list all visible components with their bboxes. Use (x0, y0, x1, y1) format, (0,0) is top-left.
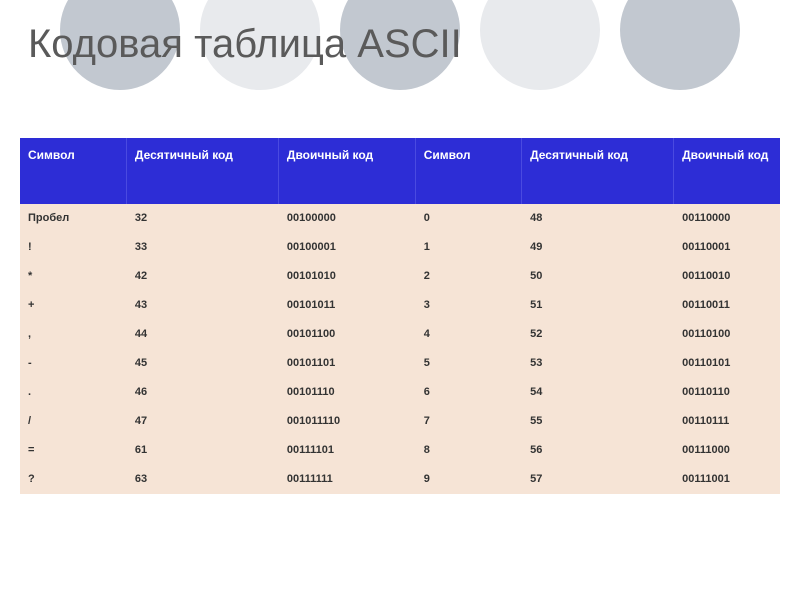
header-symbol-2: Символ (415, 138, 521, 204)
cell-decimal: 44 (126, 320, 278, 349)
cell-decimal: 57 (522, 465, 674, 494)
table-header-row: Символ Десятичный код Двоичный код Симво… (20, 138, 780, 204)
cell-symbol: 8 (415, 436, 521, 465)
cell-binary: 00101100 (278, 320, 415, 349)
cell-binary: 00110001 (674, 233, 780, 262)
cell-binary: 00111001 (674, 465, 780, 494)
cell-binary: 00101011 (278, 291, 415, 320)
cell-binary: 00100001 (278, 233, 415, 262)
table-row: + 43 00101011 3 51 00110011 (20, 291, 780, 320)
cell-symbol: 6 (415, 378, 521, 407)
cell-binary: 00110000 (674, 204, 780, 233)
cell-symbol: = (20, 436, 126, 465)
cell-symbol: ! (20, 233, 126, 262)
cell-decimal: 49 (522, 233, 674, 262)
cell-symbol: 2 (415, 262, 521, 291)
cell-decimal: 45 (126, 349, 278, 378)
cell-binary: 00101101 (278, 349, 415, 378)
cell-symbol: Пробел (20, 204, 126, 233)
table-row: - 45 00101101 5 53 00110101 (20, 349, 780, 378)
cell-decimal: 63 (126, 465, 278, 494)
cell-decimal: 43 (126, 291, 278, 320)
table-row: ? 63 00111111 9 57 00111001 (20, 465, 780, 494)
cell-decimal: 55 (522, 407, 674, 436)
decorative-circle (480, 0, 600, 90)
cell-binary: 00101110 (278, 378, 415, 407)
decorative-circle (620, 0, 740, 90)
cell-symbol: 5 (415, 349, 521, 378)
ascii-table-body: Пробел 32 00100000 0 48 00110000 ! 33 00… (20, 204, 780, 494)
cell-binary: 00110010 (674, 262, 780, 291)
cell-binary: 00111111 (278, 465, 415, 494)
page-title: Кодовая таблица ASCII (28, 22, 462, 67)
cell-decimal: 42 (126, 262, 278, 291)
cell-decimal: 53 (522, 349, 674, 378)
cell-binary: 00101010 (278, 262, 415, 291)
cell-symbol: 0 (415, 204, 521, 233)
cell-symbol: 1 (415, 233, 521, 262)
table-row: * 42 00101010 2 50 00110010 (20, 262, 780, 291)
cell-symbol: ? (20, 465, 126, 494)
ascii-table-container: Символ Десятичный код Двоичный код Симво… (20, 138, 780, 494)
cell-binary: 00110110 (674, 378, 780, 407)
cell-binary: 00110101 (674, 349, 780, 378)
cell-decimal: 56 (522, 436, 674, 465)
cell-decimal: 50 (522, 262, 674, 291)
table-row: / 47 001011110 7 55 00110111 (20, 407, 780, 436)
cell-decimal: 48 (522, 204, 674, 233)
table-row: ! 33 00100001 1 49 00110001 (20, 233, 780, 262)
cell-binary: 00100000 (278, 204, 415, 233)
cell-binary: 00111101 (278, 436, 415, 465)
cell-binary: 00111000 (674, 436, 780, 465)
cell-binary: 001011110 (278, 407, 415, 436)
table-row: , 44 00101100 4 52 00110100 (20, 320, 780, 349)
header-decimal-1: Десятичный код (126, 138, 278, 204)
header-symbol-1: Символ (20, 138, 126, 204)
header-decimal-2: Десятичный код (522, 138, 674, 204)
cell-binary: 00110011 (674, 291, 780, 320)
cell-decimal: 33 (126, 233, 278, 262)
cell-decimal: 47 (126, 407, 278, 436)
cell-symbol: 7 (415, 407, 521, 436)
cell-symbol: . (20, 378, 126, 407)
cell-decimal: 52 (522, 320, 674, 349)
table-row: = 61 00111101 8 56 00111000 (20, 436, 780, 465)
cell-symbol: - (20, 349, 126, 378)
cell-decimal: 46 (126, 378, 278, 407)
table-row: Пробел 32 00100000 0 48 00110000 (20, 204, 780, 233)
cell-symbol: , (20, 320, 126, 349)
cell-binary: 00110100 (674, 320, 780, 349)
cell-symbol: 4 (415, 320, 521, 349)
cell-binary: 00110111 (674, 407, 780, 436)
cell-decimal: 51 (522, 291, 674, 320)
cell-symbol: * (20, 262, 126, 291)
cell-symbol: + (20, 291, 126, 320)
ascii-table: Символ Десятичный код Двоичный код Симво… (20, 138, 780, 494)
cell-decimal: 32 (126, 204, 278, 233)
header-binary-1: Двоичный код (278, 138, 415, 204)
cell-symbol: 3 (415, 291, 521, 320)
cell-decimal: 61 (126, 436, 278, 465)
header-binary-2: Двоичный код (674, 138, 780, 204)
cell-decimal: 54 (522, 378, 674, 407)
cell-symbol: 9 (415, 465, 521, 494)
cell-symbol: / (20, 407, 126, 436)
table-row: . 46 00101110 6 54 00110110 (20, 378, 780, 407)
